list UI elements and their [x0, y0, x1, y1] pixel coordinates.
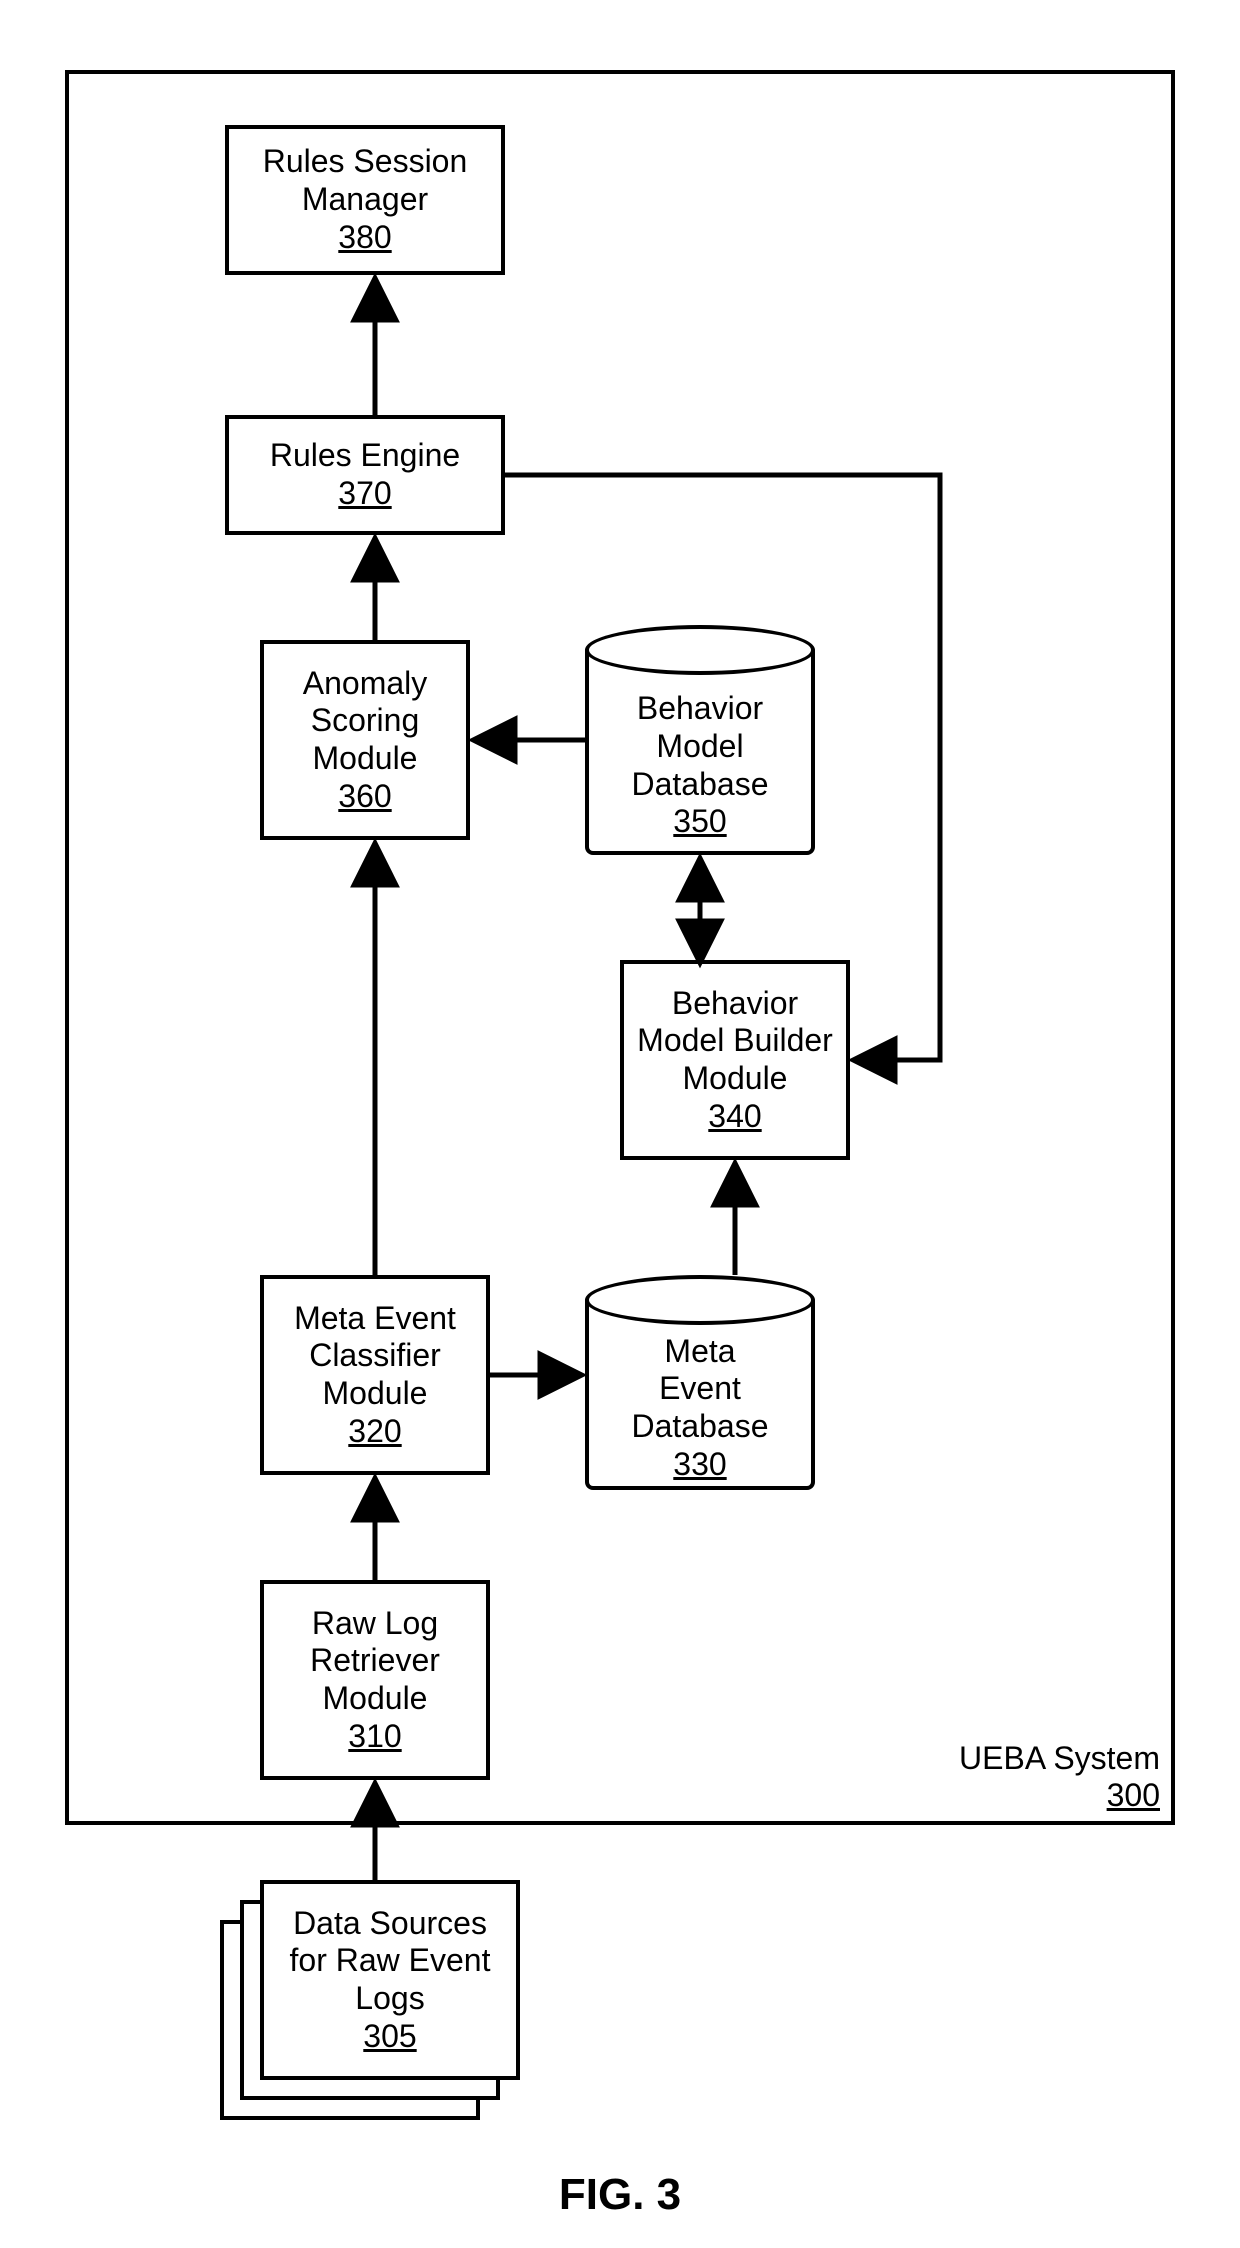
figure-label: FIG. 3: [520, 2170, 720, 2220]
arrow-rulesengine-builder: [505, 475, 940, 1060]
figure-label-text: FIG. 3: [559, 2170, 681, 2219]
arrows-layer: [0, 0, 1240, 2248]
